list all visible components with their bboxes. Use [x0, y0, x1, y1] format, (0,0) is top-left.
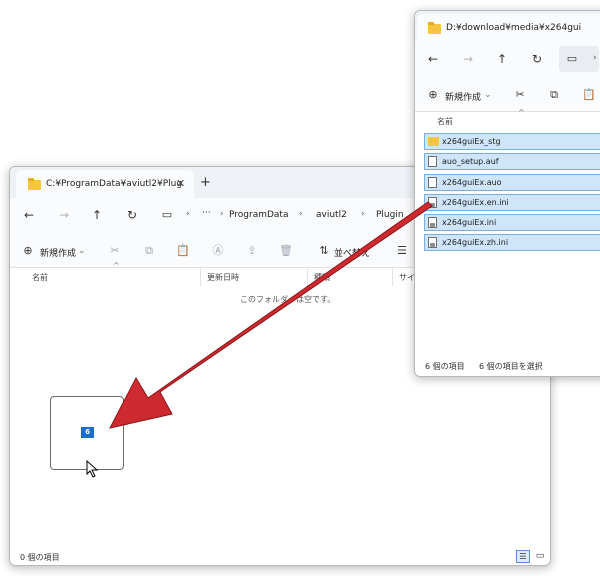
new-icon[interactable]: ⊕: [20, 243, 36, 259]
new-button[interactable]: 新規作成: [445, 90, 481, 103]
file-name: x264guiEx.zh.ini: [442, 238, 509, 247]
empty-folder-message: このフォルダーは空です。: [240, 295, 336, 304]
file-row-x264guiex-auo[interactable]: x264guiEx.auo: [424, 174, 600, 191]
breadcrumb-more[interactable]: ···: [202, 208, 211, 218]
document-icon: [428, 177, 437, 188]
chevron-down-icon[interactable]: ⌄: [484, 90, 492, 100]
column-divider[interactable]: [307, 268, 308, 286]
column-modified[interactable]: 更新日時: [207, 272, 239, 283]
document-icon: [428, 156, 437, 167]
tab-title: C:¥ProgramData¥aviutl2¥Plug: [46, 179, 183, 189]
column-name[interactable]: 名前: [437, 116, 453, 127]
folder-icon: [428, 22, 441, 34]
folder-icon: [428, 137, 439, 146]
back-icon[interactable]: ←: [22, 208, 36, 222]
sort-icon[interactable]: ⇅: [316, 243, 332, 259]
file-row-auo-setup[interactable]: auo_setup.auf: [424, 153, 600, 170]
close-icon[interactable]: ✕: [176, 177, 185, 190]
tab-plugin-folder[interactable]: C:¥ProgramData¥aviutl2¥Plug ✕: [16, 170, 194, 198]
settings-file-icon: [428, 217, 437, 228]
new-tab-icon[interactable]: +: [200, 175, 211, 190]
status-item-count: 0 個の項目: [20, 553, 60, 562]
chevron-right-icon: ›: [593, 53, 597, 63]
back-icon[interactable]: ←: [426, 52, 440, 66]
new-button[interactable]: 新規作成: [40, 246, 76, 259]
file-name: x264guiEx.ini: [442, 218, 497, 227]
up-icon[interactable]: ↑: [90, 208, 104, 222]
file-row-x264guiex-zh-ini[interactable]: x264guiEx.zh.ini: [424, 234, 600, 251]
delete-icon[interactable]: 🗑: [278, 243, 294, 259]
computer-icon: ▭: [566, 52, 578, 65]
forward-icon[interactable]: →: [57, 208, 71, 222]
column-size[interactable]: サイ: [399, 272, 415, 283]
column-header-row: ^ 名前: [415, 108, 600, 130]
sort-caret-icon: ^: [518, 108, 525, 117]
paste-icon[interactable]: 📋: [581, 87, 597, 103]
status-item-count: 6 個の項目: [425, 362, 465, 371]
column-divider[interactable]: [200, 268, 201, 286]
tab-download-folder[interactable]: D:¥download¥media¥x264gui: [417, 14, 600, 42]
folder-icon: [28, 178, 41, 190]
status-selected-count: 6 個の項目を選択: [479, 362, 543, 371]
chevron-right-icon: ›: [361, 209, 365, 219]
rename-icon[interactable]: Ⓐ: [210, 243, 226, 259]
tab-bar: D:¥download¥media¥x264gui: [415, 11, 600, 42]
chevron-right-icon: ›: [220, 209, 224, 219]
drag-preview: 6: [50, 396, 124, 470]
column-type[interactable]: 種類: [314, 272, 330, 283]
chevron-right-icon: ›: [186, 209, 190, 219]
file-name: x264guiEx_stg: [442, 137, 501, 146]
copy-icon[interactable]: ⧉: [141, 243, 157, 259]
breadcrumb-item-programdata[interactable]: ProgramData: [229, 210, 288, 220]
forward-icon[interactable]: →: [461, 52, 475, 66]
column-name[interactable]: 名前: [32, 272, 48, 283]
refresh-icon[interactable]: ↻: [125, 208, 139, 222]
details-view-icon[interactable]: ☰: [516, 550, 530, 563]
sort-caret-icon: ^: [113, 261, 120, 270]
settings-file-icon: [428, 197, 437, 208]
file-name: x264guiEx.auo: [442, 178, 502, 187]
view-icon[interactable]: ☰: [394, 243, 410, 259]
tiles-view-icon[interactable]: ▭: [533, 550, 547, 563]
paste-icon[interactable]: 📋: [175, 243, 191, 259]
cut-icon[interactable]: ✂: [512, 87, 528, 103]
breadcrumb-item-aviutl2[interactable]: aviutl2: [316, 210, 347, 220]
address-bar: ← → ↑ ↻ ▭ ›: [415, 42, 600, 78]
share-icon[interactable]: ⇪: [244, 243, 260, 259]
file-row-x264guiex-stg[interactable]: x264guiEx_stg: [424, 133, 600, 150]
settings-file-icon: [428, 237, 437, 248]
computer-icon[interactable]: ▭: [160, 208, 174, 222]
drag-count-badge: 6: [81, 427, 94, 438]
sort-button[interactable]: 並べ替え: [334, 246, 370, 259]
source-explorer-window: D:¥download¥media¥x264gui ← → ↑ ↻ ▭ › ⊕ …: [414, 10, 600, 377]
chevron-down-icon[interactable]: ⌄: [78, 246, 86, 256]
file-name: x264guiEx.en.ini: [442, 198, 509, 207]
file-row-x264guiex-en-ini[interactable]: x264guiEx.en.ini: [424, 194, 600, 211]
breadcrumb-item-plugin[interactable]: Plugin: [376, 210, 404, 220]
command-toolbar: ⊕ 新規作成 ⌄ ✂ ⧉ 📋: [415, 78, 600, 112]
file-row-x264guiex-ini[interactable]: x264guiEx.ini: [424, 214, 600, 231]
mouse-cursor-icon: [86, 460, 99, 478]
cut-icon[interactable]: ✂: [107, 243, 123, 259]
copy-icon[interactable]: ⧉: [546, 87, 562, 103]
tab-title: D:¥download¥media¥x264gui: [446, 23, 582, 33]
refresh-icon[interactable]: ↻: [530, 52, 544, 66]
file-name: auo_setup.auf: [442, 157, 499, 166]
column-divider[interactable]: [392, 268, 393, 286]
chevron-right-icon: ›: [299, 209, 303, 219]
new-icon[interactable]: ⊕: [425, 87, 441, 103]
up-icon[interactable]: ↑: [495, 52, 509, 66]
